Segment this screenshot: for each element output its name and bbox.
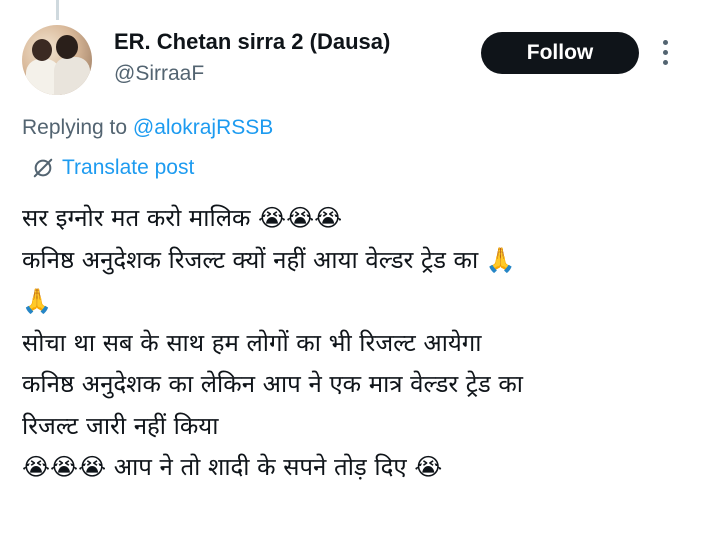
replying-prefix: Replying to	[22, 116, 133, 139]
globe-slash-icon	[33, 158, 53, 178]
thread-connector-line	[56, 0, 59, 20]
avatar[interactable]	[22, 25, 92, 95]
replying-to: Replying to @alokrajRSSB	[22, 116, 273, 140]
author-name[interactable]: ER. Chetan sirra 2 (Dausa)	[114, 29, 390, 55]
translate-post-link[interactable]: Translate post	[32, 156, 194, 180]
reply-mention-link[interactable]: @alokrajRSSB	[133, 116, 273, 139]
author-handle[interactable]: @SirraaF	[114, 62, 204, 86]
translate-label: Translate post	[62, 156, 195, 179]
follow-button[interactable]: Follow	[481, 32, 639, 74]
post-text: सर इग्नोर मत करो मालिक 😭😭😭 कनिष्ठ अनुदेश…	[22, 204, 524, 481]
more-vertical-icon[interactable]	[660, 38, 670, 68]
